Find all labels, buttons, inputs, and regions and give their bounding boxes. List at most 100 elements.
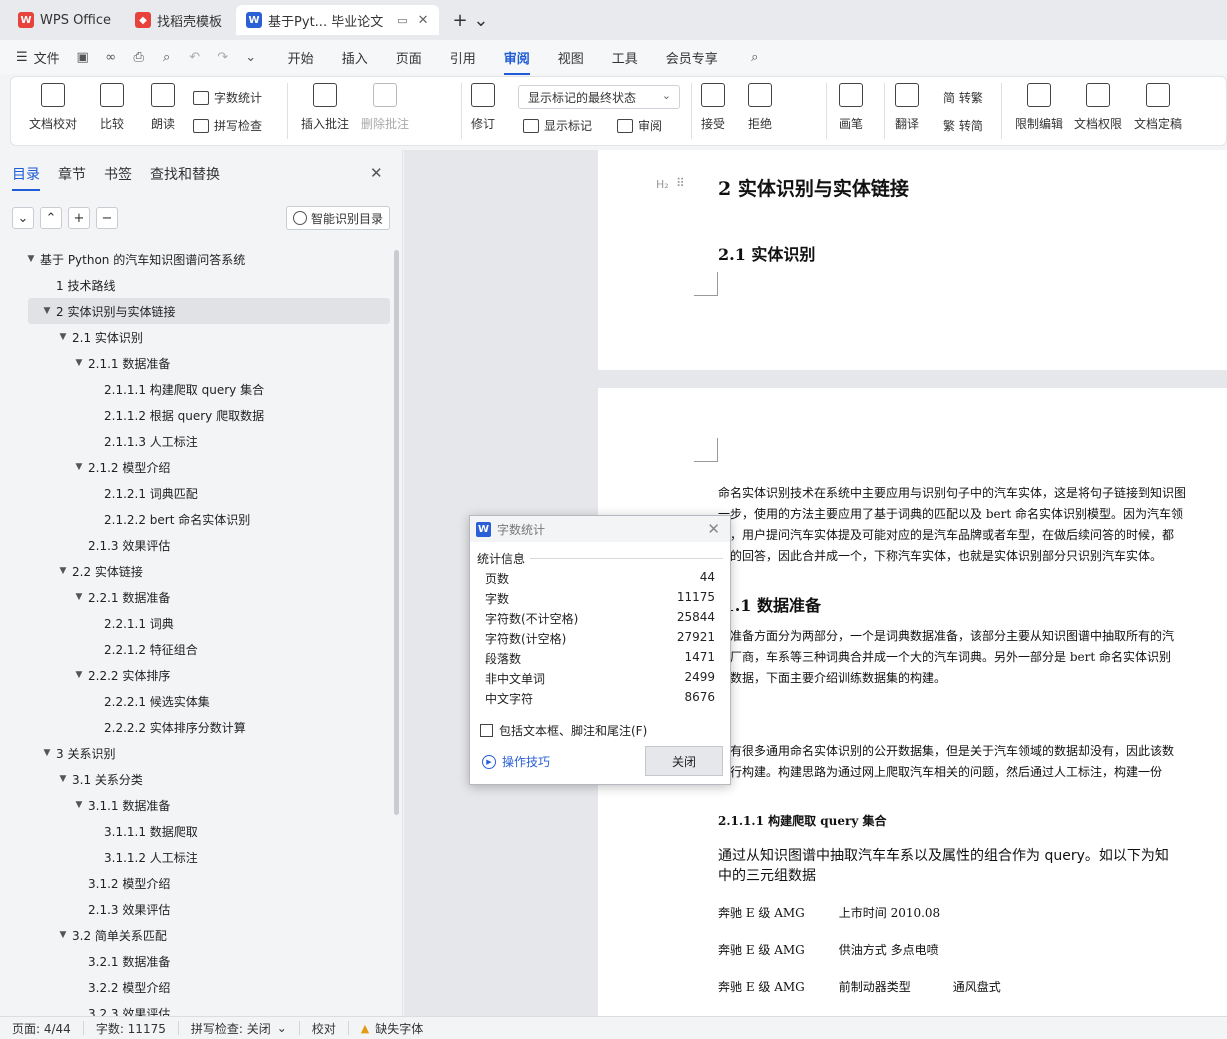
toc-item[interactable]: 2.1.3 效果评估: [0, 896, 390, 922]
toc-item[interactable]: 2.1.3 效果评估: [0, 532, 390, 558]
toc-item[interactable]: 3.2.1 数据准备: [0, 948, 390, 974]
expand-triangle-icon[interactable]: ▼: [72, 800, 86, 810]
checkbox-box[interactable]: [480, 724, 493, 737]
expand-triangle-icon[interactable]: ▼: [40, 748, 54, 758]
close-icon[interactable]: ✕: [370, 164, 383, 182]
expand-triangle-icon[interactable]: ▼: [72, 670, 86, 680]
dialog-title-bar[interactable]: W 字数统计 ✕: [470, 516, 730, 542]
close-icon[interactable]: ✕: [707, 520, 720, 538]
toc-item[interactable]: 3.2.2 模型介绍: [0, 974, 390, 1000]
chevron-up-icon[interactable]: ⌃: [40, 207, 62, 229]
show-markup-button[interactable]: 显示标记: [523, 117, 592, 134]
to-traditional-button[interactable]: 简 转繁: [943, 89, 983, 106]
accept-button[interactable]: 接受: [701, 83, 725, 132]
tab-chapter[interactable]: 章节: [58, 164, 86, 184]
search-icon[interactable]: ⌕: [746, 48, 764, 66]
toc-item[interactable]: ▼ 2.1.1 数据准备: [0, 350, 390, 376]
undo-icon[interactable]: ↶: [186, 48, 204, 66]
word-count-indicator[interactable]: 字数: 11175: [84, 1021, 179, 1036]
toc-item[interactable]: 2.1.1.1 构建爬取 query 集合: [0, 376, 390, 402]
compare-button[interactable]: 比较: [100, 83, 124, 132]
file-menu[interactable]: ☰ 文件: [16, 48, 60, 67]
toc-item[interactable]: ▼ 3.1 关系分类: [0, 766, 390, 792]
include-textbox-checkbox[interactable]: 包括文本框、脚注和尾注(F): [480, 722, 647, 739]
tab-tools[interactable]: 工具: [612, 48, 638, 67]
markup-state-select[interactable]: 显示标记的最终状态 ⌄: [518, 85, 680, 109]
tab-wps-office[interactable]: W WPS Office: [8, 5, 121, 35]
tab-bookmark[interactable]: 书签: [104, 164, 132, 184]
translate-button[interactable]: 翻译: [895, 83, 919, 132]
tab-home[interactable]: 开始: [288, 48, 314, 67]
save-icon[interactable]: ▣: [74, 48, 92, 66]
toc-item[interactable]: ▼ 2.2.1 数据准备: [0, 584, 390, 610]
review-pane-button[interactable]: 审阅: [617, 117, 662, 134]
toc-item[interactable]: 2.2.2.1 候选实体集: [0, 688, 390, 714]
plus-icon[interactable]: +: [68, 207, 90, 229]
link-icon[interactable]: ∞: [102, 48, 120, 66]
expand-triangle-icon[interactable]: ▼: [56, 774, 70, 784]
minus-icon[interactable]: −: [96, 207, 118, 229]
proof-indicator[interactable]: 校对: [300, 1021, 349, 1036]
delete-comment-button[interactable]: 删除批注: [361, 83, 409, 132]
missing-font-indicator[interactable]: ▲ 缺失字体: [349, 1021, 435, 1036]
expand-triangle-icon[interactable]: ▼: [56, 566, 70, 576]
drag-handle-icon[interactable]: ⠿: [676, 176, 685, 190]
tab-page[interactable]: 页面: [396, 48, 422, 67]
finalize-button[interactable]: 文档定稿: [1134, 83, 1182, 132]
toc-item[interactable]: ▼ 2.1 实体识别: [0, 324, 390, 350]
tab-document[interactable]: W 基于Pyt... 毕业论文 ▭ ✕: [236, 5, 439, 35]
more-icon[interactable]: ⌄: [242, 48, 260, 66]
toc-item[interactable]: ▼ 2 实体识别与实体链接: [28, 298, 390, 324]
toc-item[interactable]: 2.1.1.3 人工标注: [0, 428, 390, 454]
tab-insert[interactable]: 插入: [342, 48, 368, 67]
reject-button[interactable]: 拒绝: [748, 83, 772, 132]
toc-item[interactable]: 2.2.2.2 实体排序分数计算: [0, 714, 390, 740]
doc-check-button[interactable]: 文档校对: [29, 83, 77, 132]
toc-item[interactable]: 2.1.2.1 词典匹配: [0, 480, 390, 506]
expand-triangle-icon[interactable]: ▼: [24, 254, 38, 264]
redo-icon[interactable]: ↷: [214, 48, 232, 66]
window-restore-icon[interactable]: ▭: [397, 14, 407, 27]
tab-review[interactable]: 审阅: [503, 48, 530, 75]
tab-template[interactable]: ◆ 找稻壳模板: [125, 5, 232, 35]
expand-triangle-icon[interactable]: ▼: [72, 462, 86, 472]
tab-view[interactable]: 视图: [558, 48, 584, 67]
page-indicator[interactable]: 页面: 4/44: [0, 1021, 84, 1036]
toc-item[interactable]: ▼ 2.2 实体链接: [0, 558, 390, 584]
to-simplified-button[interactable]: 繁 转简: [943, 117, 983, 134]
new-tab-icon[interactable]: + ⌄: [453, 10, 489, 31]
toc-item[interactable]: 3.1.1.1 数据爬取: [0, 818, 390, 844]
restrict-edit-button[interactable]: 限制编辑: [1015, 83, 1063, 132]
expand-triangle-icon[interactable]: ▼: [40, 306, 54, 316]
toc-item[interactable]: 2.1.2.2 bert 命名实体识别: [0, 506, 390, 532]
tab-member[interactable]: 会员专享: [666, 48, 718, 67]
toc-item[interactable]: 3.1.2 模型介绍: [0, 870, 390, 896]
expand-triangle-icon[interactable]: ▼: [72, 358, 86, 368]
revise-button[interactable]: 修订: [471, 83, 495, 132]
chevron-down-icon[interactable]: ⌄: [12, 207, 34, 229]
spell-check-indicator[interactable]: 拼写检查: 关闭 ⌄: [179, 1021, 300, 1036]
insert-comment-button[interactable]: 插入批注: [301, 83, 349, 132]
pen-button[interactable]: 画笔: [839, 83, 863, 132]
smart-toc-button[interactable]: 智能识别目录: [286, 206, 390, 230]
tab-find-replace[interactable]: 查找和替换: [150, 164, 220, 184]
toc-item[interactable]: 1 技术路线: [0, 272, 390, 298]
scrollbar[interactable]: [394, 250, 399, 815]
close-icon[interactable]: ✕: [418, 13, 429, 28]
toc-item[interactable]: 2.1.1.2 根据 query 爬取数据: [0, 402, 390, 428]
toc-item[interactable]: ▼ 2.2.2 实体排序: [0, 662, 390, 688]
expand-triangle-icon[interactable]: ▼: [72, 592, 86, 602]
toc-item[interactable]: ▼ 基于 Python 的汽车知识图谱问答系统: [0, 246, 390, 272]
toc-item[interactable]: 2.2.1.1 词典: [0, 610, 390, 636]
toc-item[interactable]: 2.2.1.2 特征组合: [0, 636, 390, 662]
toc-item[interactable]: 3.1.1.2 人工标注: [0, 844, 390, 870]
tab-reference[interactable]: 引用: [450, 48, 476, 67]
toc-item[interactable]: ▼ 3.2 简单关系匹配: [0, 922, 390, 948]
tab-toc[interactable]: 目录: [12, 164, 40, 191]
print-icon[interactable]: ⎙: [130, 48, 148, 66]
toc-item[interactable]: ▼ 2.1.2 模型介绍: [0, 454, 390, 480]
word-count-button[interactable]: 字数统计: [193, 89, 262, 106]
spell-check-button[interactable]: 拼写检查: [193, 117, 262, 134]
close-button[interactable]: 关闭: [645, 746, 723, 776]
expand-triangle-icon[interactable]: ▼: [56, 332, 70, 342]
